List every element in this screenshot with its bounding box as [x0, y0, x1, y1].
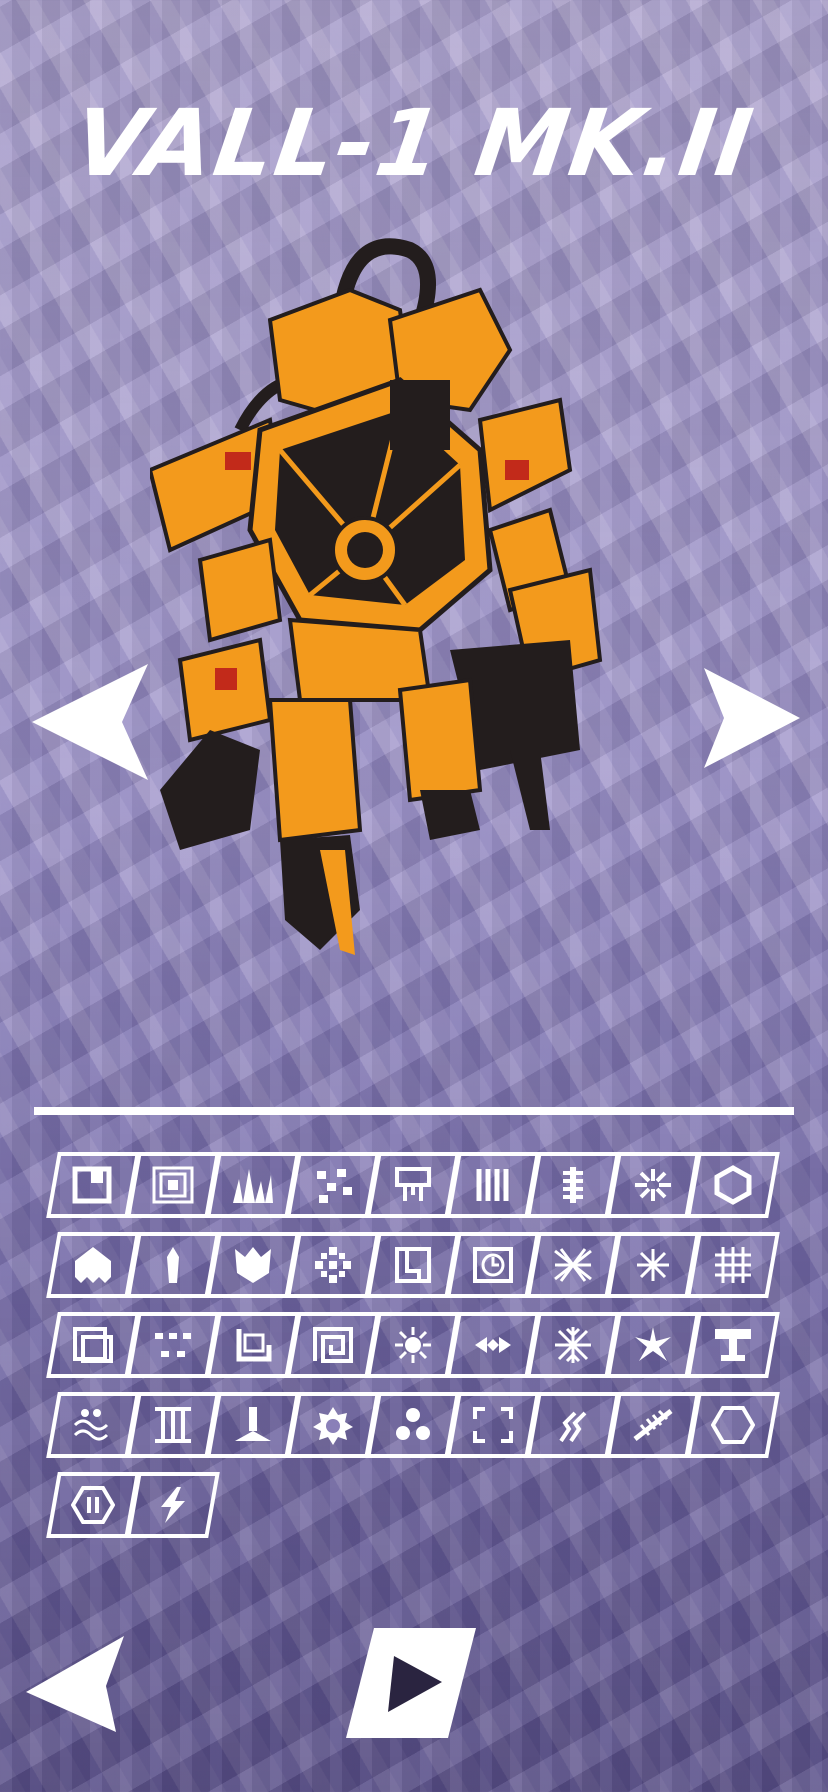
triangle-right-icon — [704, 668, 800, 768]
divider — [34, 1107, 794, 1115]
hexagon-knot-icon[interactable] — [686, 1152, 780, 1218]
lightning-icon[interactable] — [126, 1472, 220, 1538]
robot-title: VALL-1 MK.II — [67, 90, 761, 197]
anvil-icon[interactable] — [686, 1312, 780, 1378]
corner-brackets-icon[interactable] — [446, 1392, 540, 1458]
gear-box-icon[interactable] — [366, 1232, 460, 1298]
spine-icon[interactable] — [526, 1152, 620, 1218]
triple-blob-icon[interactable] — [366, 1392, 460, 1458]
burst-icon[interactable] — [606, 1152, 700, 1218]
sun-icon[interactable] — [366, 1312, 460, 1378]
diamond-arrows-icon[interactable] — [446, 1312, 540, 1378]
concentric-squares-icon[interactable] — [126, 1152, 220, 1218]
triangle-left-icon — [26, 1636, 124, 1732]
drop-stand-icon[interactable] — [206, 1392, 300, 1458]
hash-grid-icon[interactable] — [686, 1232, 780, 1298]
clock-box-icon[interactable] — [446, 1232, 540, 1298]
circuit-chip-icon[interactable] — [366, 1152, 460, 1218]
snowflake-icon[interactable] — [286, 1232, 380, 1298]
shard-burst-icon[interactable] — [606, 1312, 700, 1378]
feather-icon[interactable] — [606, 1392, 700, 1458]
hexagon-two-icon[interactable] — [46, 1472, 140, 1538]
spikes-icon[interactable] — [206, 1152, 300, 1218]
stacked-boxes-icon[interactable] — [46, 1312, 140, 1378]
house-claw-icon[interactable] — [46, 1232, 140, 1298]
spiral-square-icon[interactable] — [286, 1312, 380, 1378]
ice-crystal-icon[interactable] — [526, 1312, 620, 1378]
square-notch-icon[interactable] — [46, 1152, 140, 1218]
play-button[interactable] — [346, 1628, 476, 1738]
zigzag-icon[interactable] — [526, 1392, 620, 1458]
triangle-left-icon — [32, 664, 148, 780]
scattered-blocks-icon[interactable] — [286, 1152, 380, 1218]
dotted-rows-icon[interactable] — [126, 1312, 220, 1378]
roman-three-icon[interactable] — [126, 1392, 220, 1458]
spiked-ring-icon[interactable] — [286, 1392, 380, 1458]
vertical-bars-icon[interactable] — [446, 1152, 540, 1218]
robot-model — [150, 238, 603, 955]
next-robot-button[interactable] — [704, 668, 800, 768]
seat-icon[interactable] — [206, 1312, 300, 1378]
wave-dots-icon[interactable] — [46, 1392, 140, 1458]
hexagon-outline-icon[interactable] — [686, 1392, 780, 1458]
sparkle-icon[interactable] — [606, 1232, 700, 1298]
tangle-icon[interactable] — [526, 1232, 620, 1298]
prev-robot-button[interactable] — [32, 664, 148, 780]
back-button[interactable] — [26, 1636, 124, 1732]
blade-icon[interactable] — [126, 1232, 220, 1298]
crown-shield-icon[interactable] — [206, 1232, 300, 1298]
